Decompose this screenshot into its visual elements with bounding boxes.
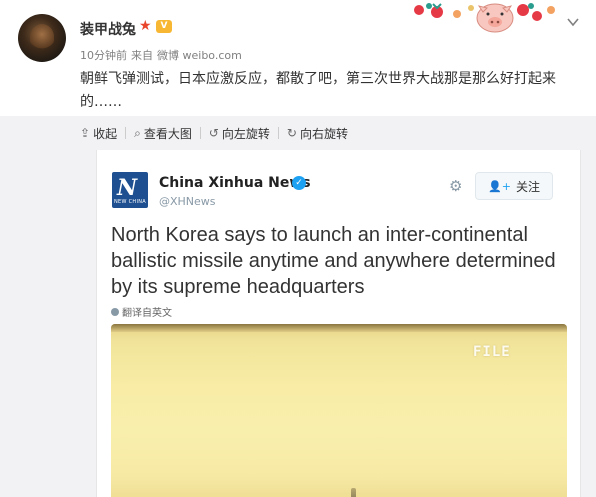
logo-letter: N [117, 175, 138, 201]
tweet-card[interactable]: N NEW CHINA China Xinhua News ✓ @XHNews … [96, 150, 581, 497]
post-meta: 10分钟前 来自 微博 weibo.com [80, 47, 246, 63]
gear-icon[interactable]: ⚙ [449, 178, 465, 194]
file-watermark: FILE [473, 344, 511, 360]
rotate-right-icon: ↻ [286, 126, 297, 140]
globe-icon [111, 307, 119, 316]
translate-link[interactable]: 翻译自英文 [111, 304, 172, 319]
media-toolbar: ⇪ 收起 ⌕ 查看大图 ↺ 向左旋转 ↻ 向右旋转 [80, 124, 348, 142]
toolbar-divider [199, 127, 201, 139]
avatar[interactable] [18, 14, 66, 62]
username[interactable]: 装甲战兔 [80, 19, 136, 39]
tweet-author-handle[interactable]: @XHNews [159, 195, 216, 208]
vip-icon[interactable]: V [156, 20, 172, 33]
collapse-label: 收起 [93, 126, 118, 141]
collapse-button[interactable]: ⇪ 收起 [80, 125, 117, 142]
toolbar-divider [277, 127, 279, 139]
follow-button[interactable]: 👤+ 关注 [475, 172, 553, 200]
post-time[interactable]: 10分钟前 [80, 49, 127, 62]
view-large-button[interactable]: ⌕ 查看大图 [134, 125, 192, 142]
rotate-left-icon: ↺ [208, 126, 219, 140]
media-panel: ⇪ 收起 ⌕ 查看大图 ↺ 向左旋转 ↻ 向右旋转 N NEW CHINA Ch… [0, 116, 596, 497]
chevron-down-icon[interactable] [566, 14, 580, 28]
translate-label: 翻译自英文 [122, 308, 172, 319]
logo-subtext: NEW CHINA [114, 199, 147, 205]
xinhua-logo[interactable]: N NEW CHINA [112, 172, 148, 208]
weibo-post: 装甲战兔 ★ V 10分钟前 来自 微博 weibo.com 朝鲜飞弹测试，日本应激… [0, 0, 596, 116]
rotate-left-button[interactable]: ↺ 向左旋转 [209, 125, 270, 142]
rotate-right-label: 向右旋转 [299, 126, 348, 141]
follow-label: 关注 [515, 179, 540, 194]
rotate-right-button[interactable]: ↻ 向右旋转 [287, 125, 348, 142]
tweet-media-image[interactable]: FILE [111, 324, 567, 497]
tweet-text: North Korea says to launch an inter-cont… [111, 224, 556, 298]
tweet-author-name[interactable]: China Xinhua News [159, 175, 311, 191]
source-prefix: 来自 [131, 49, 153, 62]
post-text: 朝鲜飞弹测试，日本应激反应，都散了吧，第三次世界大战那是那么好打起来的…… [80, 71, 556, 110]
verified-icon: ✓ [292, 176, 306, 190]
collapse-icon: ⇪ [80, 126, 91, 140]
rotate-left-label: 向左旋转 [221, 126, 270, 141]
view-large-label: 查看大图 [143, 126, 192, 141]
search-icon: ⌕ [134, 125, 141, 140]
festive-decoration [414, 3, 555, 33]
star-icon: ★ [139, 18, 152, 34]
add-person-icon: 👤+ [488, 179, 511, 193]
toolbar-divider [125, 127, 127, 139]
missile-tip [351, 488, 356, 497]
post-source[interactable]: 微博 weibo.com [157, 49, 242, 62]
